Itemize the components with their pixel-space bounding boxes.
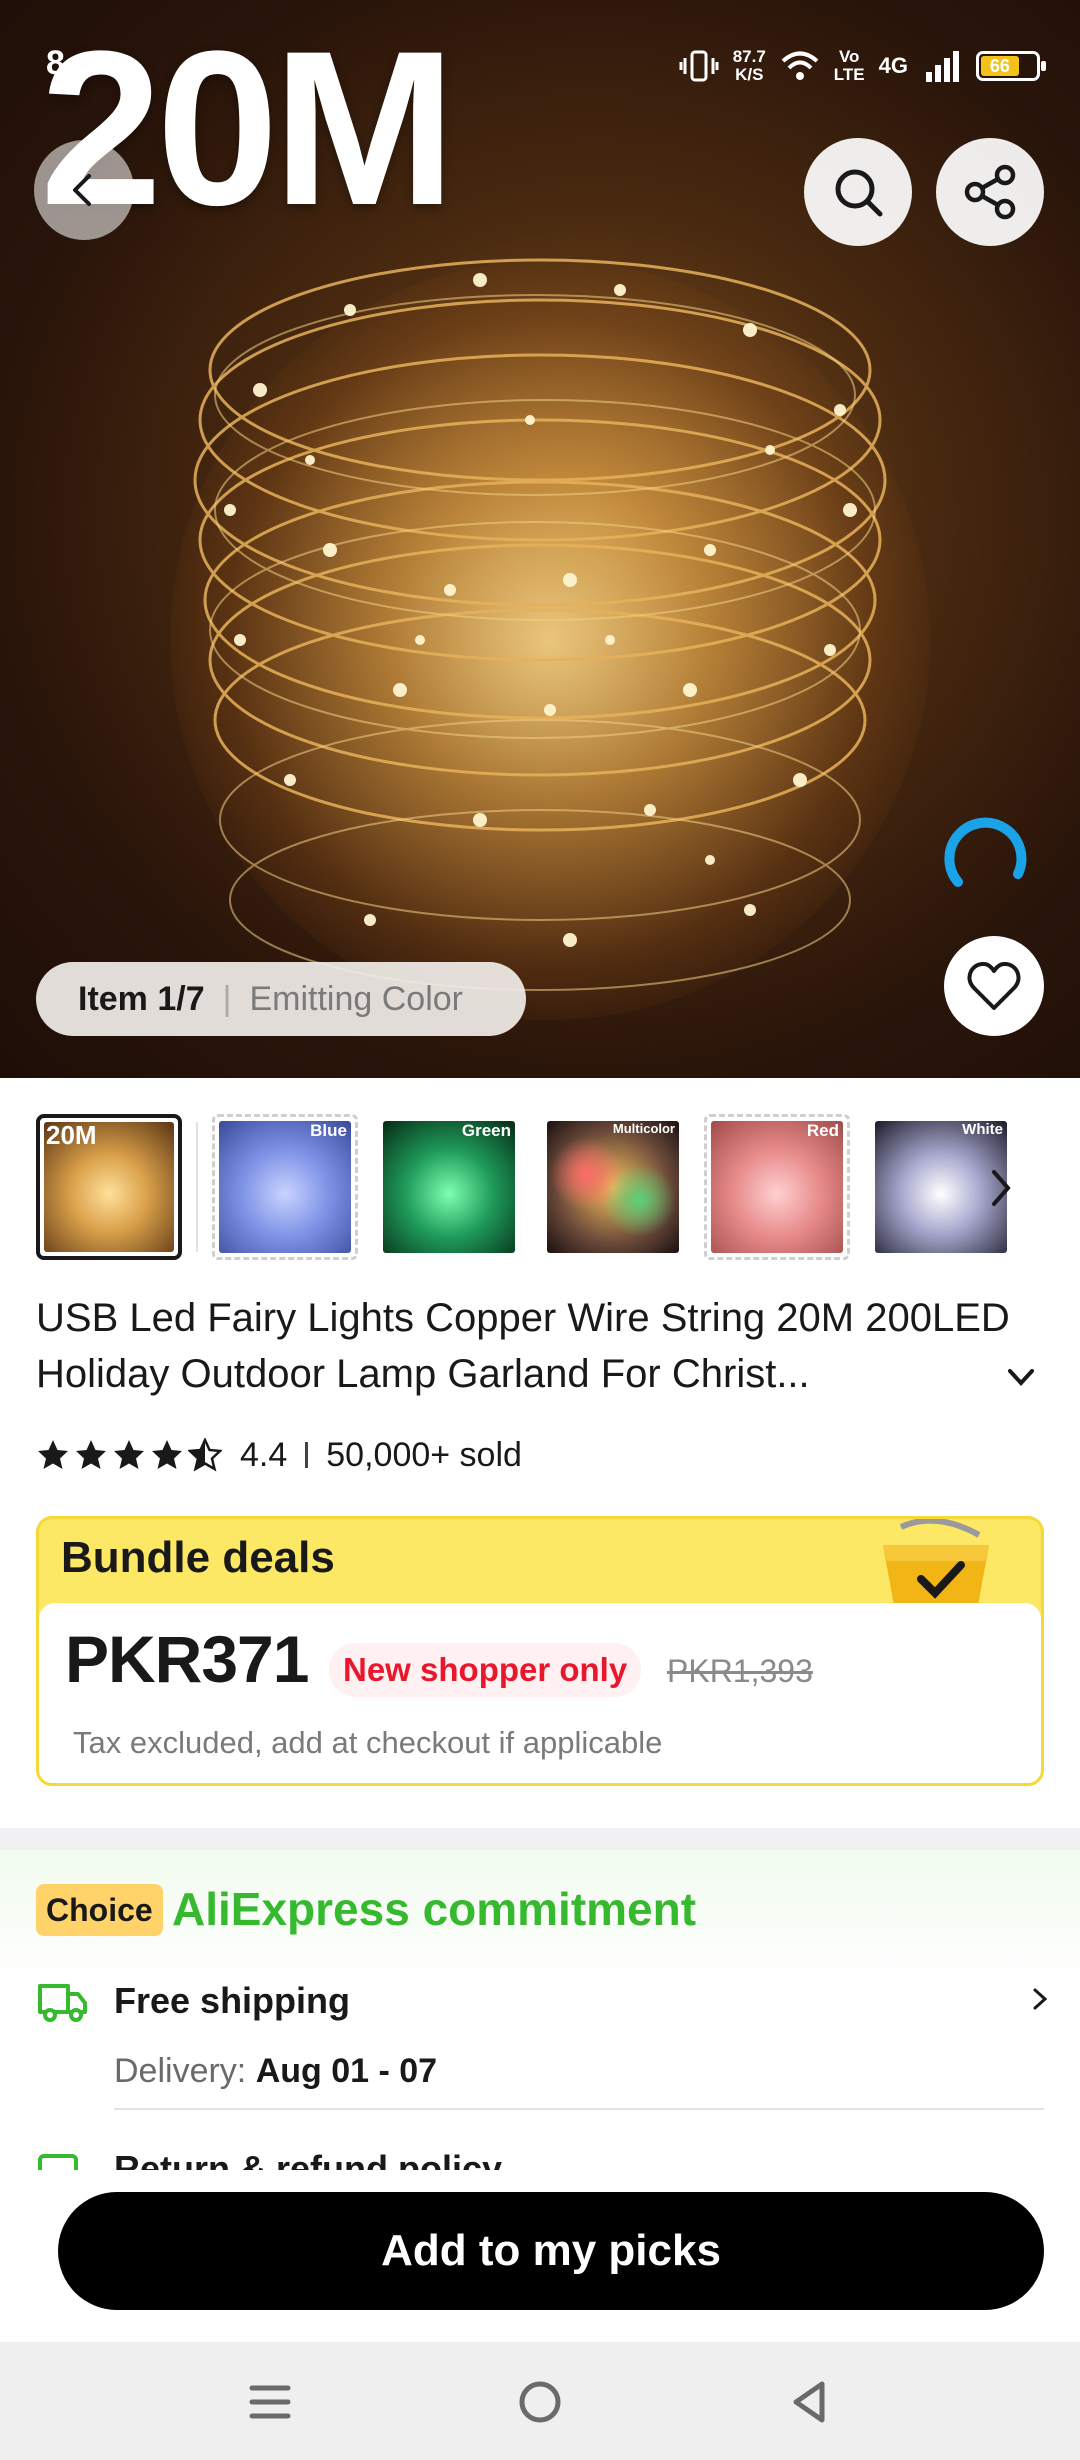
bundle-price-panel: PKR371 New shopper only PKR1,393 Tax exc… (39, 1603, 1041, 1783)
back-arrow-icon (73, 174, 91, 206)
choice-badge: Choice (36, 1884, 163, 1936)
item-counter: Item 1/7 (78, 979, 205, 1018)
returns-title: Return & refund policy (114, 2148, 503, 2170)
rating-row[interactable]: 4.4 50,000+ sold (36, 1430, 522, 1480)
variant-thumbnails: 20M Blue Green Multicolor Red White (36, 1114, 1014, 1260)
truck-icon (38, 1984, 87, 2022)
returns-row[interactable]: Return & refund policy (36, 2148, 1046, 2170)
tax-note: Tax excluded, add at checkout if applica… (73, 1725, 663, 1760)
delivery-date: Aug 01 - 07 (255, 2052, 438, 2090)
rating-value: 4.4 (240, 1435, 288, 1474)
net-speed: 87.7 K/S (732, 47, 766, 84)
wifi-icon (781, 51, 819, 80)
search-icon (835, 169, 883, 217)
battery-icon: 66 (976, 51, 1046, 81)
back-button[interactable] (34, 140, 134, 240)
loading-spinner-icon (944, 817, 1027, 887)
wishlist-button[interactable] (944, 936, 1044, 1036)
section-divider (0, 1828, 1080, 1850)
vibrate-icon (679, 50, 719, 82)
pill-separator: | (222, 979, 232, 1018)
delivery-label: Delivery: (114, 2052, 256, 2090)
delivery-info: Delivery: Aug 01 - 07 (114, 2052, 437, 2091)
commitment-title: AliExpress commitment (172, 1883, 697, 1935)
thumbnail-multicolor[interactable]: Multicolor (540, 1114, 686, 1260)
back-icon[interactable] (780, 2372, 840, 2432)
chevron-right-icon[interactable] (1030, 1984, 1050, 2014)
variant-label: Emitting Color (249, 979, 463, 1018)
rating-separator (305, 1442, 309, 1468)
thumbnail-20m[interactable]: 20M (36, 1114, 182, 1260)
row-divider (114, 2108, 1044, 2110)
chevron-down-icon[interactable] (1004, 1362, 1038, 1392)
product-title[interactable]: USB Led Fairy Lights Copper Wire String … (36, 1290, 1026, 1402)
bundle-heading: Bundle deals (61, 1533, 335, 1582)
volte-indicator: Vo LTE (833, 47, 865, 84)
cart-icon (883, 1519, 989, 1611)
half-star-icon (188, 1438, 222, 1472)
bundle-deals-card[interactable]: Bundle deals PKR371 New shopper only PKR… (36, 1516, 1044, 1786)
thumbnail-green[interactable]: Green (376, 1114, 522, 1260)
new-shopper-badge: New shopper only (329, 1643, 642, 1697)
star-icon (76, 1440, 106, 1469)
fairy-lights-image (193, 258, 887, 991)
share-button[interactable] (936, 138, 1044, 246)
thumbnail-divider (196, 1122, 198, 1252)
sold-count: 50,000+ sold (326, 1435, 522, 1474)
star-icon (114, 1440, 144, 1469)
menu-icon[interactable] (240, 2372, 300, 2432)
status-bar: 87.7 K/S Vo LTE 4G 66 (0, 36, 1080, 96)
search-button[interactable] (804, 138, 912, 246)
star-icon (38, 1440, 68, 1469)
return-icon (38, 2154, 78, 2170)
home-icon[interactable] (510, 2372, 570, 2432)
thumbnail-red[interactable]: Red (704, 1114, 850, 1260)
signal-icon (926, 51, 959, 82)
product-image-gallery[interactable]: 20M 8 87.7 K/S Vo LTE 4G 66 Item 1/7 | E… (0, 0, 1080, 1078)
price: PKR371 (65, 1622, 309, 1696)
star-rating (36, 1438, 222, 1472)
share-icon (964, 164, 1016, 220)
star-icon (152, 1440, 182, 1469)
thumbnail-blue[interactable]: Blue (212, 1114, 358, 1260)
chevron-right-icon[interactable] (984, 1160, 1020, 1216)
original-price: PKR1,393 (667, 1653, 813, 1689)
network-type: 4G (878, 53, 908, 79)
image-counter-pill: Item 1/7 | Emitting Color (36, 962, 526, 1036)
shipping-title[interactable]: Free shipping (114, 1980, 350, 2022)
heart-icon (967, 962, 1021, 1010)
add-to-picks-button[interactable]: Add to my picks (58, 2192, 1044, 2310)
